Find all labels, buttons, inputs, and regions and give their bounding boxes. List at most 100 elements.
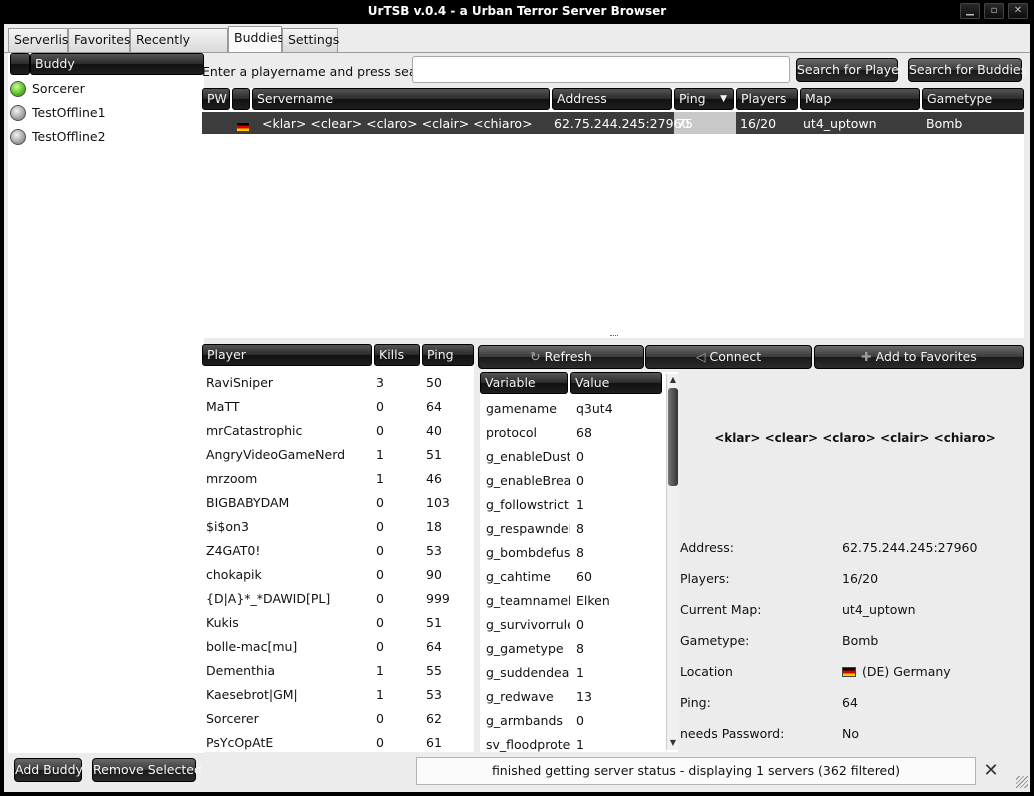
player-row[interactable]: MaTT 0 64 <box>202 394 474 418</box>
tab-settings[interactable]: Settings <box>282 28 339 52</box>
player-row[interactable]: Sorcerer 0 62 <box>202 706 474 730</box>
player-row[interactable]: {D|A}*_*DAWID[PL] 0 999 <box>202 586 474 610</box>
variable-row[interactable]: g_enableBreath 0 <box>480 468 664 492</box>
tab-favorites[interactable]: Favorites <box>68 28 130 52</box>
player-name-cell: chokapik <box>206 567 262 582</box>
player-row[interactable]: Z4GAT0! 0 53 <box>202 538 474 562</box>
player-row[interactable]: BIGBABYDAM 0 103 <box>202 490 474 514</box>
tab-serverlist[interactable]: Serverlist <box>8 28 73 52</box>
resize-grip[interactable] <box>1016 776 1028 788</box>
column-header-player[interactable]: Player <box>202 344 372 366</box>
column-header-address[interactable]: Address <box>552 88 672 110</box>
variable-row[interactable]: g_cahtime 60 <box>480 564 664 588</box>
variable-row[interactable]: g_survivorrule 0 <box>480 612 664 636</box>
pane-splitter-handle[interactable] <box>610 335 618 338</box>
info-value: Bomb <box>842 633 879 648</box>
close-icon[interactable]: ✕ <box>1008 3 1028 19</box>
variable-row[interactable]: g_suddendeath 1 <box>480 660 664 684</box>
player-ping-cell: 62 <box>426 711 442 726</box>
player-row[interactable]: RaviSniper 3 50 <box>202 370 474 394</box>
column-header-gametype[interactable]: Gametype <box>922 88 1024 110</box>
search-label: Enter a playername and press search: <box>202 64 441 79</box>
buddy-row[interactable]: Sorcerer <box>8 77 198 101</box>
player-row[interactable]: $i$on3 0 18 <box>202 514 474 538</box>
connect-button[interactable]: ◁ Connect <box>645 345 812 369</box>
player-row[interactable]: AngryVideoGameNerd 1 51 <box>202 442 474 466</box>
add-buddy-button[interactable]: Add Buddy <box>14 758 83 782</box>
add-to-favorites-label: Add to Favorites <box>875 349 977 364</box>
player-ping-cell: 18 <box>426 519 442 534</box>
refresh-button[interactable]: ↻ Refresh <box>478 345 644 369</box>
player-row[interactable]: Kaesebrot|GM| 1 53 <box>202 682 474 706</box>
player-kills-cell: 1 <box>376 447 384 462</box>
variable-value-cell: 1 <box>576 737 584 752</box>
player-row[interactable]: chokapik 0 90 <box>202 562 474 586</box>
player-kills-cell: 1 <box>376 663 384 678</box>
minimize-icon[interactable]: ▁ <box>960 3 980 19</box>
variable-name-cell: g_gametype <box>486 641 564 656</box>
player-ping-cell: 64 <box>426 399 442 414</box>
close-status-icon[interactable]: ✕ <box>982 761 1000 781</box>
info-value: No <box>842 726 859 741</box>
variable-row[interactable]: protocol 68 <box>480 420 664 444</box>
column-header-map[interactable]: Map <box>800 88 920 110</box>
column-header-kills[interactable]: Kills <box>374 344 420 366</box>
buddy-row[interactable]: TestOffline1 <box>8 101 198 125</box>
column-header-variable[interactable]: Variable <box>480 372 568 394</box>
search-for-buddies-button[interactable]: Search for Buddies <box>908 58 1027 82</box>
player-row[interactable]: Dementhia 1 55 <box>202 658 474 682</box>
remove-selected-button[interactable]: Remove Selected <box>92 758 202 782</box>
player-name-cell: Sorcerer <box>206 711 259 726</box>
server-variables-table: Variable Value gamename q3ut4 protocol 68 g_… <box>480 372 678 752</box>
scrollbar-thumb[interactable] <box>668 388 678 486</box>
scroll-down-icon[interactable]: ▼ <box>668 738 678 748</box>
variable-row[interactable]: g_teamnameblue Elken <box>480 588 664 612</box>
player-row[interactable]: mrCatastrophic 0 40 <box>202 418 474 442</box>
buddy-row[interactable]: TestOffline2 <box>8 125 198 149</box>
variable-row[interactable]: g_redwave 13 <box>480 684 664 708</box>
offline-status-icon <box>10 129 26 145</box>
buddy-name: Sorcerer <box>32 81 85 96</box>
variable-row[interactable]: g_respawndelay 8 <box>480 516 664 540</box>
variable-row[interactable]: g_armbands 0 <box>480 708 664 732</box>
scroll-up-icon[interactable]: ▲ <box>668 375 678 385</box>
column-header-value[interactable]: Value <box>570 372 662 394</box>
variables-scrollbar[interactable]: ▲ ▼ <box>666 374 678 750</box>
column-header-pw[interactable]: PW <box>202 88 230 110</box>
player-name-cell: BIGBABYDAM <box>206 495 290 510</box>
player-row[interactable]: PsYcOpAtE 0 61 <box>202 730 474 754</box>
column-header-players[interactable]: Players <box>736 88 798 110</box>
tab-buddies[interactable]: Buddies <box>228 26 284 52</box>
variable-value-cell: 0 <box>576 713 584 728</box>
maximize-icon[interactable]: ▫ <box>984 3 1004 19</box>
address-cell: 62.75.244.245:27960 <box>554 116 690 131</box>
variable-row[interactable]: gamename q3ut4 <box>480 396 664 420</box>
info-value: 64 <box>842 695 858 710</box>
variable-name-cell: g_survivorrule <box>486 617 570 632</box>
player-table: Player Kills Ping RaviSniper 3 50 MaTT 0 64 mr… <box>202 344 474 752</box>
variable-row[interactable]: g_followstrict 1 <box>480 492 664 516</box>
player-row[interactable]: bolle-mac[mu] 0 64 <box>202 634 474 658</box>
variable-row[interactable]: g_gametype 8 <box>480 636 664 660</box>
variable-name-cell: g_respawndelay <box>486 521 570 536</box>
buddy-column-header[interactable]: Buddy <box>30 53 204 75</box>
column-header-servername[interactable]: Servername <box>252 88 550 110</box>
search-for-player-button[interactable]: Search for Player <box>796 58 904 82</box>
player-row[interactable]: mrzoom 1 46 <box>202 466 474 490</box>
variable-row[interactable]: sv_floodprotect 1 <box>480 732 664 756</box>
variable-row[interactable]: g_enableDust 0 <box>480 444 664 468</box>
variable-row[interactable]: g_bombdefusetime 8 <box>480 540 664 564</box>
tab-recently-played[interactable]: Recently Played <box>130 28 228 69</box>
player-search-input[interactable] <box>412 56 790 83</box>
player-row[interactable]: Kukis 0 51 <box>202 610 474 634</box>
variable-name-cell: g_armbands <box>486 713 563 728</box>
column-header-flag[interactable] <box>232 88 250 110</box>
player-kills-cell: 0 <box>376 399 384 414</box>
buddy-status-column-header[interactable] <box>10 53 30 75</box>
variable-name-cell: g_enableBreath <box>486 473 570 488</box>
add-to-favorites-button[interactable]: ✚ Add to Favorites <box>814 345 1024 369</box>
server-row[interactable]: <klar> <clear> <claro> <clair> <chiaro> … <box>202 112 1024 134</box>
column-header-ping[interactable]: Ping ▼ <box>674 88 734 110</box>
variable-name-cell: g_cahtime <box>486 569 551 584</box>
column-header-player-ping[interactable]: Ping <box>422 344 474 366</box>
